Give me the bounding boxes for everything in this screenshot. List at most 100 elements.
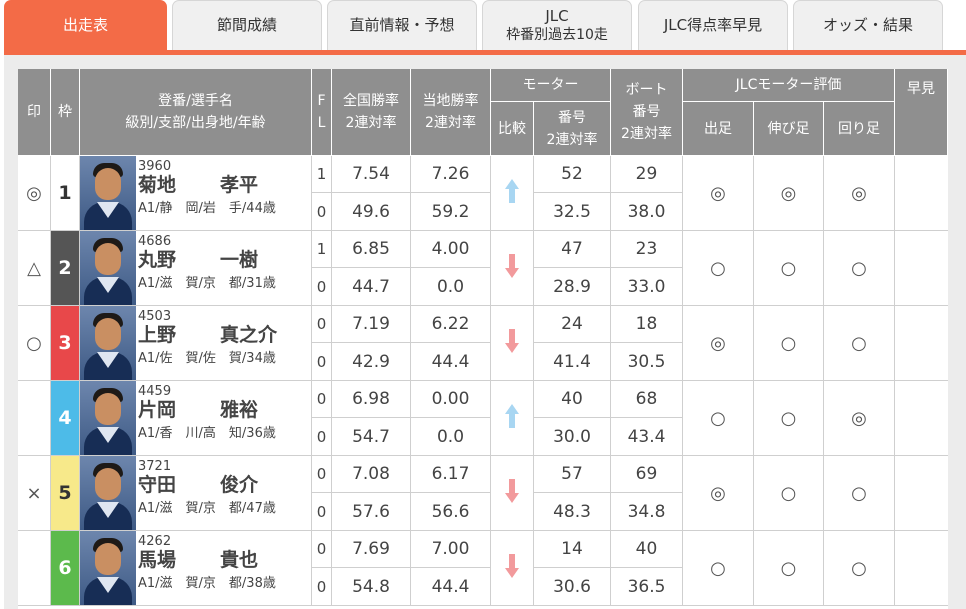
tab-sublabel: 枠番別過去10走 <box>506 26 608 43</box>
boat-number: 23 <box>611 231 683 268</box>
motor-2ren-rate: 32.5 <box>534 193 611 231</box>
header-hayami: 早見 <box>895 69 948 156</box>
header-f: F <box>317 93 326 109</box>
header-motor-label: モーター <box>522 77 579 93</box>
motor-compare-cell <box>491 231 534 306</box>
racer-photo <box>80 381 136 455</box>
boat-number-value: 69 <box>635 464 658 484</box>
jlc-start-eval-value: ○ <box>710 557 726 579</box>
f-count-value: 1 <box>316 165 327 183</box>
header-boat-line2: 番号 <box>632 104 661 120</box>
racer-info: 4503 上野 真之介 A1/佐 賀/佐 賀/34歳 <box>138 306 311 380</box>
waku-cell: 4 <box>51 381 80 456</box>
racer-cell[interactable]: 4686 丸野 一樹 A1/滋 賀/京 都/31歳 <box>80 231 312 306</box>
motor-number-value: 57 <box>561 464 583 484</box>
jlc-start-eval: ○ <box>683 531 754 606</box>
jlc-nobi-eval: ○ <box>754 231 824 306</box>
tab-pre-race-info[interactable]: 直前情報・予想 <box>327 0 477 50</box>
racer-name[interactable]: 片岡 雅裕 <box>138 398 298 422</box>
motor-number: 14 <box>534 531 611 568</box>
racer-cell[interactable]: 4262 馬場 貴也 A1/滋 賀/京 都/38歳 <box>80 531 312 606</box>
racer-profile: A1/滋 賀/京 都/47歳 <box>138 501 276 516</box>
boat-2ren-rate: 36.5 <box>611 568 683 606</box>
motor-number-value: 14 <box>561 539 583 559</box>
local-2ren-rate: 44.4 <box>411 343 491 381</box>
racer-cell[interactable]: 3960 菊地 孝平 A1/静 岡/岩 手/44歳 <box>80 156 312 231</box>
racer-info: 3721 守田 俊介 A1/滋 賀/京 都/47歳 <box>138 456 311 530</box>
local-win-rate-value: 6.17 <box>431 464 470 484</box>
national-2ren-rate: 57.6 <box>332 493 411 531</box>
motor-compare-cell <box>491 156 534 231</box>
national-2ren-rate-value: 54.7 <box>352 426 390 447</box>
racer-cell[interactable]: 4503 上野 真之介 A1/佐 賀/佐 賀/34歳 <box>80 306 312 381</box>
racer-info: 4262 馬場 貴也 A1/滋 賀/京 都/38歳 <box>138 531 311 605</box>
tab-label: 節間成績 <box>216 16 277 34</box>
header-mark: 印 <box>18 69 51 156</box>
header-waku-label: 枠 <box>58 104 72 120</box>
header-racer-line2: 級別/支部/出身地/年齢 <box>125 115 266 131</box>
motor-compare-cell <box>491 456 534 531</box>
down-arrow-icon <box>504 328 520 359</box>
boat-number: 68 <box>611 381 683 418</box>
racer-profile: A1/香 川/高 知/36歳 <box>138 426 276 441</box>
racer-name[interactable]: 上野 真之介 <box>138 323 298 347</box>
racer-name[interactable]: 菊地 孝平 <box>138 173 298 197</box>
boat-2ren-rate-value: 30.5 <box>627 351 666 372</box>
jlc-nobi-eval-value: ◎ <box>780 182 797 204</box>
mark-cell: ○ <box>18 306 51 381</box>
national-win-rate-value: 6.98 <box>352 389 390 409</box>
jlc-mawari-eval: ○ <box>824 456 895 531</box>
tab-entry-list[interactable]: 出走表 <box>4 0 167 50</box>
header-jlc-start-label: 出足 <box>704 120 732 137</box>
header-boat-line3: 2連対率 <box>621 126 672 142</box>
motor-2ren-rate: 30.0 <box>534 418 611 456</box>
jlc-start-eval: ◎ <box>683 456 754 531</box>
jlc-start-eval-value: ○ <box>710 407 726 429</box>
local-2ren-rate-value: 59.2 <box>431 201 470 222</box>
tab-label: オッズ・結果 <box>822 16 913 34</box>
tab-session-results[interactable]: 節間成績 <box>172 0 322 50</box>
racer-id: 4459 <box>138 384 172 399</box>
motor-number: 24 <box>534 306 611 343</box>
racer-profile: A1/静 岡/岩 手/44歳 <box>138 201 276 216</box>
jlc-mawari-eval-value: ○ <box>851 557 867 579</box>
header-national-line2: 2連対率 <box>345 115 397 131</box>
motor-2ren-rate: 48.3 <box>534 493 611 531</box>
boat-2ren-rate: 38.0 <box>611 193 683 231</box>
jlc-mawari-eval: ◎ <box>824 381 895 456</box>
f-count: 0 <box>312 306 332 343</box>
racer-name[interactable]: 馬場 貴也 <box>138 548 298 572</box>
down-arrow-icon <box>504 553 520 584</box>
header-motor-compare: 比較 <box>491 102 534 156</box>
racer-cell[interactable]: 4459 片岡 雅裕 A1/香 川/高 知/36歳 <box>80 381 312 456</box>
l-count-value: 0 <box>316 202 327 221</box>
tab-jlc-past-10[interactable]: JLC 枠番別過去10走 <box>482 0 632 50</box>
boat-number-value: 18 <box>635 314 658 334</box>
jlc-start-eval-value: ◎ <box>710 332 726 354</box>
motor-compare-cell <box>491 306 534 381</box>
header-jlc-nobi-label: 伸び足 <box>767 120 810 137</box>
national-2ren-rate: 54.7 <box>332 418 411 456</box>
racer-cell[interactable]: 3721 守田 俊介 A1/滋 賀/京 都/47歳 <box>80 456 312 531</box>
racer-name[interactable]: 丸野 一樹 <box>138 248 298 272</box>
tab-jlc-score[interactable]: JLC得点率早見 <box>638 0 788 50</box>
local-2ren-rate: 44.4 <box>411 568 491 606</box>
racer-first-name: 雅裕 <box>220 399 259 421</box>
motor-number: 52 <box>534 156 611 193</box>
racer-last-name: 馬場 <box>138 549 177 571</box>
motor-2ren-rate-value: 30.6 <box>553 576 591 597</box>
racer-profile: A1/滋 賀/京 都/31歳 <box>138 276 276 291</box>
mark-cell: × <box>18 456 51 531</box>
hayami-cell <box>895 381 948 456</box>
header-l: L <box>317 115 326 131</box>
header-jlc-eval-label: JLCモーター評価 <box>735 77 842 93</box>
boat-2ren-rate: 43.4 <box>611 418 683 456</box>
tab-odds-results[interactable]: オッズ・結果 <box>793 0 943 50</box>
jlc-mawari-eval: ○ <box>824 231 895 306</box>
motor-2ren-rate: 30.6 <box>534 568 611 606</box>
hayami-cell <box>895 456 948 531</box>
mark-cell-value: △ <box>27 257 41 279</box>
jlc-start-eval-value: ◎ <box>710 182 726 204</box>
national-win-rate: 7.19 <box>332 306 411 343</box>
racer-name[interactable]: 守田 俊介 <box>138 473 298 497</box>
